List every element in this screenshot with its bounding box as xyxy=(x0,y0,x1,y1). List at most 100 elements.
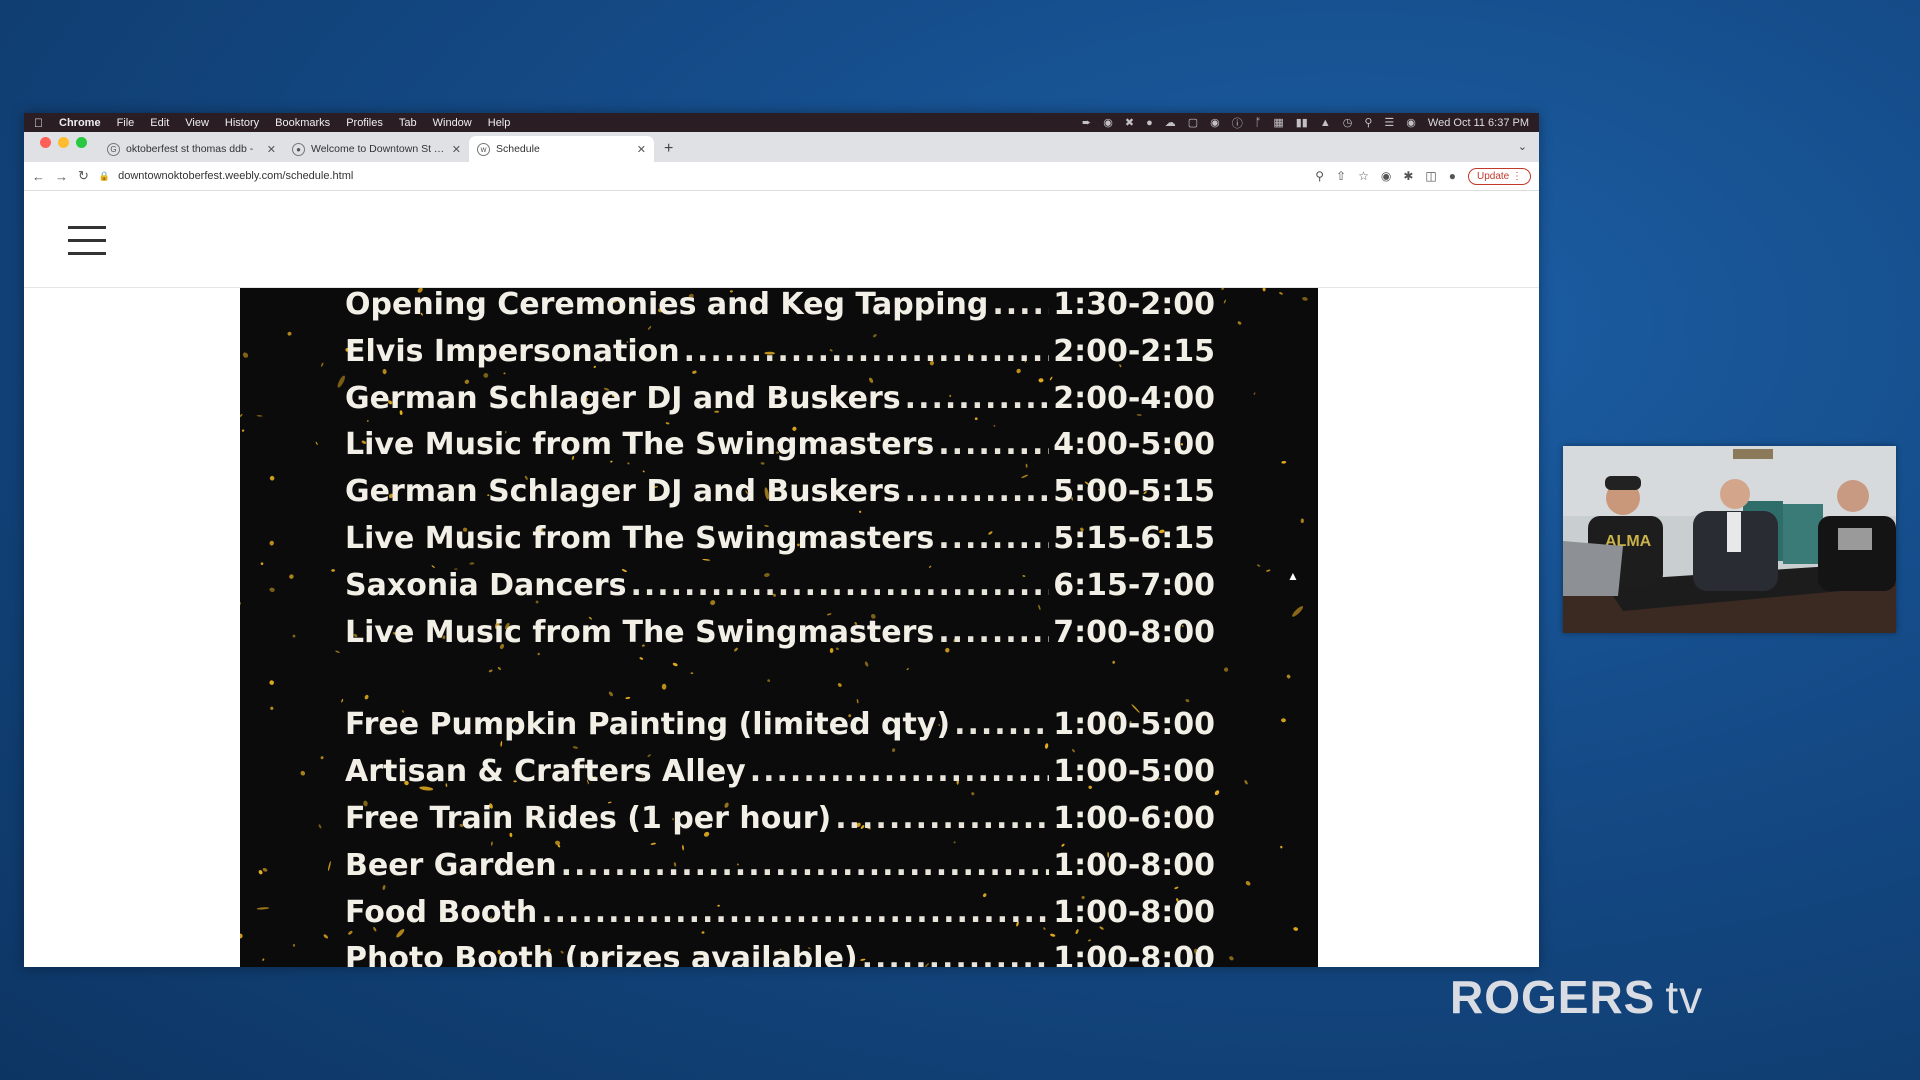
control-center-icon[interactable]: ☰ xyxy=(1384,116,1394,129)
puzzle-icon[interactable]: ✱ xyxy=(1403,169,1413,183)
dot-leader xyxy=(938,516,1049,563)
new-tab-button[interactable]: + xyxy=(654,140,683,162)
menubar-clock[interactable]: Wed Oct 11 6:37 PM xyxy=(1428,117,1529,129)
close-window-icon[interactable] xyxy=(40,136,51,148)
event-name: Elvis Impersonation xyxy=(345,333,680,369)
event-name: Photo Booth (prizes available) xyxy=(345,941,858,967)
lock-icon[interactable]: 🔒 xyxy=(99,171,110,182)
menu-tab[interactable]: Tab xyxy=(399,117,417,129)
wifi-icon[interactable]: ▲ xyxy=(1320,117,1331,129)
battery-icon[interactable]: ▮▮ xyxy=(1296,116,1308,129)
tab-google-search[interactable]: G oktoberfest st thomas ddb - ✕ xyxy=(99,136,284,162)
dot-leader xyxy=(938,422,1049,469)
schedule-row: Live Music from The Swingmasters 4:00-5:0… xyxy=(345,422,1215,469)
toolbar-actions: ⚲ ⇧ ☆ ◉ ✱ ◫ ● Update ⋮ xyxy=(1315,167,1531,185)
event-time: 1:00-5:00 xyxy=(1053,754,1215,790)
main-events-list: Opening Ceremonies and Keg Tapping 1:30-2… xyxy=(345,288,1215,656)
cloud-icon[interactable]: ☁ xyxy=(1165,116,1176,129)
dot-leader xyxy=(835,796,1049,843)
minimize-window-icon[interactable] xyxy=(58,136,69,148)
profile-avatar-icon[interactable]: ● xyxy=(1449,169,1456,183)
menu-bookmarks[interactable]: Bookmarks xyxy=(275,117,330,129)
headset-icon[interactable]: ◉ xyxy=(1210,116,1220,129)
logo-suffix: tv xyxy=(1665,971,1704,1023)
reload-icon[interactable]: ↻ xyxy=(78,168,89,184)
tab-search-chevron-icon[interactable]: ⌄ xyxy=(1518,140,1527,153)
menu-view[interactable]: View xyxy=(185,117,209,129)
address-bar[interactable]: 🔒 downtownoktoberfest.weebly.com/schedul… xyxy=(99,170,1305,182)
dot-leader xyxy=(684,329,1050,376)
app-status-icon[interactable]: ◉ xyxy=(1103,116,1113,129)
rogers-tv-logo: ROGERS tv xyxy=(1450,970,1703,1024)
site-header xyxy=(24,191,1539,288)
event-name: Opening Ceremonies and Keg Tapping xyxy=(345,288,989,322)
menu-app-name[interactable]: Chrome xyxy=(59,117,101,129)
update-button[interactable]: Update ⋮ xyxy=(1467,167,1531,185)
tab-title: oktoberfest st thomas ddb - xyxy=(126,143,254,155)
activities-list: Free Pumpkin Painting (limited qty) 1:00-… xyxy=(345,702,1215,967)
browser-tab-strip: G oktoberfest st thomas ddb - ✕ ● Welcom… xyxy=(24,132,1539,162)
dot-leader xyxy=(954,702,1049,749)
schedule-row: Artisan & Crafters Alley 1:00-5:00 xyxy=(345,749,1215,796)
bluetooth-icon[interactable]: ᚩ xyxy=(1255,117,1262,129)
info-icon[interactable]: ⓘ xyxy=(1232,115,1243,131)
event-name: Free Pumpkin Painting (limited qty) xyxy=(345,707,951,743)
share-icon[interactable]: ⇧ xyxy=(1336,169,1346,183)
event-time: 5:15-6:15 xyxy=(1053,520,1215,556)
schedule-row: Saxonia Dancers 6:15-7:00 xyxy=(345,563,1215,610)
siri-icon[interactable]: ◉ xyxy=(1406,116,1416,129)
spotlight-search-icon[interactable]: ⚲ xyxy=(1364,116,1372,129)
schedule-row: Elvis Impersonation 2:00-2:15 xyxy=(345,329,1215,376)
menu-file[interactable]: File xyxy=(117,117,135,129)
event-name: Live Music from The Swingmasters xyxy=(345,427,935,463)
menu-edit[interactable]: Edit xyxy=(150,117,169,129)
status-tray: ➨ ◉ ✖ ● ☁ ▢ ◉ ⓘ ᚩ ▦ ▮▮ ▲ ◷ ⚲ ☰ ◉ Wed Oct… xyxy=(1082,115,1529,131)
tab-schedule[interactable]: w Schedule ✕ xyxy=(469,136,654,162)
window-controls xyxy=(30,136,99,158)
back-arrow-icon[interactable]: ← xyxy=(32,169,45,184)
schedule-row: Food Booth 1:00-8:00 xyxy=(345,890,1215,937)
side-panel-icon[interactable]: ◫ xyxy=(1425,169,1436,183)
forward-arrow-icon[interactable]: → xyxy=(55,169,68,184)
url-text[interactable]: downtownoktoberfest.weebly.com/schedule.… xyxy=(118,170,353,182)
menu-profiles[interactable]: Profiles xyxy=(346,117,383,129)
schedule-row: Live Music from The Swingmasters 5:15-6:1… xyxy=(345,516,1215,563)
keyboard-icon[interactable]: ▢ xyxy=(1188,116,1198,129)
close-tab-icon[interactable]: ✕ xyxy=(452,143,461,156)
screen-share-window:  Chrome File Edit View History Bookmark… xyxy=(24,113,1539,967)
schedule-row: German Schlager DJ and Buskers 2:00-4:00 xyxy=(345,376,1215,423)
menu-history[interactable]: History xyxy=(225,117,259,129)
event-time: 5:00-5:15 xyxy=(1053,474,1215,510)
tab-welcome-downtown[interactable]: ● Welcome to Downtown St Th ✕ xyxy=(284,136,469,162)
record-icon[interactable]: ● xyxy=(1146,117,1153,129)
close-tab-icon[interactable]: ✕ xyxy=(267,143,276,156)
extension-icon[interactable]: ◉ xyxy=(1381,169,1391,183)
zoom-window-icon[interactable] xyxy=(76,136,87,148)
hamburger-menu-icon[interactable] xyxy=(68,226,106,255)
event-time: 2:00-2:15 xyxy=(1053,333,1215,369)
webcam-video-frame: ALMA xyxy=(1563,446,1896,633)
close-tab-icon[interactable]: ✕ xyxy=(637,143,646,156)
dot-leader xyxy=(750,749,1050,796)
dot-leader xyxy=(541,890,1049,937)
event-name: Free Train Rides (1 per hour) xyxy=(345,800,832,836)
tab-title: Schedule xyxy=(496,143,540,155)
event-time: 1:30-2:00 xyxy=(1053,288,1215,322)
dot-leader xyxy=(905,469,1050,516)
menu-window[interactable]: Window xyxy=(433,117,472,129)
mac-menubar:  Chrome File Edit View History Bookmark… xyxy=(24,113,1539,132)
extension-icon[interactable]: ➨ xyxy=(1082,116,1091,129)
menu-help[interactable]: Help xyxy=(488,117,511,129)
dot-leader xyxy=(630,563,1049,610)
event-time: 1:00-8:00 xyxy=(1053,941,1215,967)
clock-icon[interactable]: ◷ xyxy=(1343,116,1353,129)
zoom-icon[interactable]: ⚲ xyxy=(1315,169,1324,183)
webcam-inset: ALMA xyxy=(1563,446,1896,633)
calendar-icon[interactable]: ▦ xyxy=(1273,116,1283,129)
apple-icon[interactable]:  xyxy=(34,116,43,130)
event-name: Live Music from The Swingmasters xyxy=(345,614,935,650)
dot-leader xyxy=(561,843,1050,890)
web-page: Opening Ceremonies and Keg Tapping 1:30-2… xyxy=(24,191,1539,967)
tray-icon[interactable]: ✖ xyxy=(1125,116,1134,129)
bookmark-star-icon[interactable]: ☆ xyxy=(1358,169,1369,183)
